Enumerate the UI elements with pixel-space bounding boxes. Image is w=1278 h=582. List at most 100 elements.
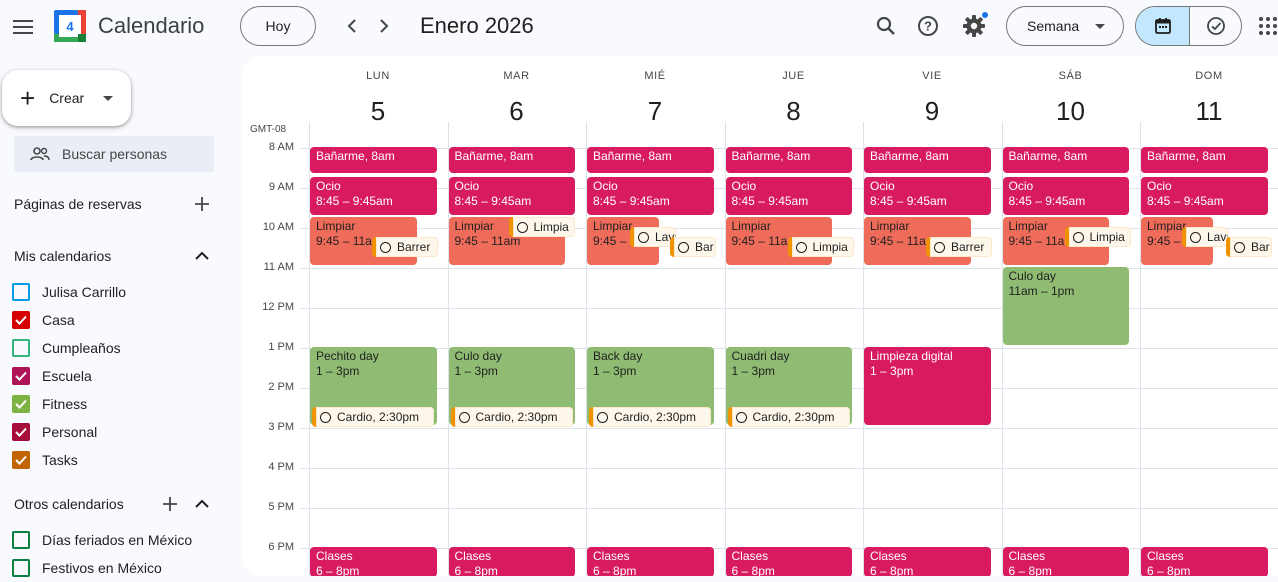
calendar-event[interactable]: Ocio 8:45 – 9:45am — [587, 177, 714, 215]
day-column-header[interactable]: MAR 6 — [448, 56, 586, 126]
add-booking-page-button[interactable] — [192, 194, 212, 214]
calendar-item[interactable]: Fitness — [12, 393, 87, 415]
search-button[interactable] — [872, 12, 900, 40]
calendar-event[interactable]: Clases 6 – 8pm — [310, 547, 437, 576]
calendar-event[interactable]: Ocio 8:45 – 9:45am — [864, 177, 991, 215]
checkbox-icon[interactable] — [12, 531, 30, 549]
settings-button[interactable] — [960, 12, 988, 40]
calendar-event[interactable]: Ocio 8:45 – 9:45am — [1002, 177, 1129, 215]
day-of-week-label: JUE — [782, 70, 805, 82]
day-number[interactable]: 8 — [725, 96, 863, 127]
task-chip[interactable]: Limpia — [787, 237, 854, 257]
task-chip[interactable]: Barrer — [926, 237, 992, 257]
event-time: 8:45 – 9:45am — [1008, 194, 1086, 208]
calendar-event[interactable]: Clases 6 – 8pm — [448, 547, 575, 576]
day-number[interactable]: 10 — [1002, 96, 1140, 127]
calendar-event[interactable]: Ocio 8:45 – 9:45am — [1141, 177, 1268, 215]
day-number[interactable]: 9 — [863, 96, 1001, 127]
other-calendars-heading[interactable]: Otros calendarios — [14, 496, 124, 512]
checkbox-icon[interactable] — [12, 559, 30, 577]
calendar-item[interactable]: Julisa Carrillo — [12, 281, 126, 303]
task-chip[interactable]: Bar — [670, 237, 716, 257]
calendar-event[interactable]: Clases 6 – 8pm — [1141, 547, 1268, 576]
calendar-item[interactable]: Escuela — [12, 365, 92, 387]
calendar-event[interactable]: Bañarme, 8am — [725, 147, 852, 173]
day-column-header[interactable]: DOM 11 — [1140, 56, 1278, 126]
help-button[interactable]: ? — [914, 12, 942, 40]
calendar-event[interactable]: Limpieza digital 1 – 3pm — [864, 347, 991, 425]
task-chip[interactable]: Cardio, 2:30pm — [727, 407, 850, 427]
calendar-item[interactable]: Festivos en México — [12, 557, 162, 579]
view-selector-dropdown[interactable]: Semana — [1006, 6, 1124, 46]
day-column-header[interactable]: SÁB 10 — [1002, 56, 1140, 126]
tasks-view-toggle[interactable] — [1190, 7, 1241, 45]
checkbox-checked-icon[interactable] — [12, 395, 30, 413]
calendar-event[interactable]: Bañarme, 8am — [448, 147, 575, 173]
day-column-header[interactable]: MIÉ 7 — [586, 56, 724, 126]
task-chip[interactable]: Bar — [1226, 237, 1272, 257]
calendar-event[interactable]: Bañarme, 8am — [1002, 147, 1129, 173]
task-chip[interactable]: Cardio, 2:30pm — [589, 407, 711, 427]
checkbox-icon[interactable] — [12, 339, 30, 357]
calendar-item[interactable]: Cumpleaños — [12, 337, 121, 359]
calendar-item[interactable]: Tasks — [12, 449, 78, 471]
create-button[interactable]: + Crear — [2, 70, 131, 126]
previous-week-button[interactable] — [340, 12, 364, 40]
day-column-header[interactable]: LUN 5 — [309, 56, 447, 126]
calendar-event[interactable]: Clases 6 – 8pm — [864, 547, 991, 576]
calendar-event[interactable]: Clases 6 – 8pm — [587, 547, 714, 576]
task-circle-icon — [1072, 231, 1084, 243]
calendar-item[interactable]: Personal — [12, 421, 97, 443]
today-button[interactable]: Hoy — [240, 6, 316, 46]
calendar-event[interactable]: Clases 6 – 8pm — [725, 547, 852, 576]
calendar-event[interactable]: Bañarme, 8am — [310, 147, 437, 173]
caret-down-icon — [103, 96, 113, 101]
calendar-event[interactable]: Bañarme, 8am — [1141, 147, 1268, 173]
next-week-button[interactable] — [372, 12, 396, 40]
my-calendars-heading[interactable]: Mis calendarios — [14, 248, 111, 264]
task-title: Barrer — [951, 240, 985, 254]
checkbox-icon[interactable] — [12, 283, 30, 301]
task-chip[interactable]: Barrer — [372, 237, 438, 257]
day-column-header[interactable]: VIE 9 — [863, 56, 1001, 126]
calendar-event[interactable]: Clases 6 – 8pm — [1002, 547, 1129, 576]
collapse-my-calendars-button[interactable] — [192, 246, 212, 266]
day-number[interactable]: 5 — [309, 96, 447, 127]
day-column-header[interactable]: JUE 8 — [725, 56, 863, 126]
task-chip[interactable]: Lavar ·½ — [1182, 227, 1228, 247]
calendar-event[interactable]: Bañarme, 8am — [864, 147, 991, 173]
calendar-item[interactable]: Días feriados en México — [12, 529, 192, 551]
google-apps-button[interactable] — [1258, 14, 1278, 38]
task-chip[interactable]: Limpia — [508, 217, 575, 237]
checkbox-checked-icon[interactable] — [12, 451, 30, 469]
day-number[interactable]: 6 — [448, 96, 586, 127]
calendar-item[interactable]: Casa — [12, 309, 75, 331]
checkbox-checked-icon[interactable] — [12, 311, 30, 329]
checkbox-checked-icon[interactable] — [12, 423, 30, 441]
day-number[interactable]: 11 — [1140, 96, 1278, 127]
checkbox-checked-icon[interactable] — [12, 367, 30, 385]
event-title: Clases — [731, 549, 769, 563]
task-circle-icon — [735, 411, 747, 423]
calendar-logo-icon[interactable]: 4 — [54, 10, 86, 42]
calendar-event[interactable]: Ocio 8:45 – 9:45am — [725, 177, 852, 215]
day-of-week-label: LUN — [366, 70, 390, 82]
day-number[interactable]: 7 — [586, 96, 724, 127]
day-of-week-label: MAR — [503, 70, 530, 82]
calendar-event[interactable]: Ocio 8:45 – 9:45am — [310, 177, 437, 215]
calendar-event[interactable]: Culo day 11am – 1pm — [1002, 267, 1129, 345]
task-chip[interactable]: Cardio, 2:30pm — [450, 407, 573, 427]
calendar-event[interactable]: Bañarme, 8am — [587, 147, 714, 173]
task-check-icon — [1206, 17, 1225, 35]
main-menu-button[interactable] — [8, 12, 38, 42]
hour-gridline — [300, 308, 1278, 309]
task-chip[interactable]: Cardio, 2:30pm — [312, 407, 434, 427]
calendar-view-toggle[interactable] — [1136, 7, 1190, 45]
plus-icon — [163, 497, 177, 511]
task-chip[interactable]: Limpia — [1064, 227, 1131, 247]
collapse-other-calendars-button[interactable] — [192, 494, 212, 514]
calendar-event[interactable]: Ocio 8:45 – 9:45am — [448, 177, 575, 215]
people-search-input[interactable]: Buscar personas — [14, 136, 214, 172]
hour-label: 11 AM — [263, 261, 294, 273]
add-other-calendar-button[interactable] — [160, 494, 180, 514]
